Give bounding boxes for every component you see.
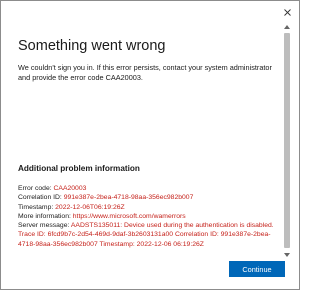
error-code-value: CAA20003 (53, 185, 87, 192)
triangle-up-icon (284, 25, 290, 29)
vertical-scrollbar[interactable] (283, 23, 291, 259)
server-message-label: Server message: (18, 222, 71, 230)
error-message: We couldn't sign you in. If this error p… (18, 63, 272, 82)
page-title: Something went wrong (18, 38, 166, 54)
server-message-row: Server message: AADSTS135011: Device use… (18, 221, 280, 249)
error-code-row: Error code: CAA20003 (18, 184, 280, 193)
close-icon (283, 8, 291, 16)
timestamp-value: 2022-12-06T06:19:26Z (55, 203, 125, 211)
correlation-id-value: 991e387e-2bea-4718-98aa-356ec982b007 (63, 194, 194, 202)
dialog-footer: Continue (1, 251, 299, 289)
timestamp-label: Timestamp: (18, 203, 56, 211)
scroll-thumb[interactable] (284, 33, 290, 248)
more-info-row: More information: https://www.microsoft.… (18, 212, 280, 221)
more-info-label: More information: (18, 212, 73, 220)
close-button[interactable] (279, 4, 295, 20)
error-code-label: Error code: (18, 185, 54, 192)
error-dialog: Something went wrong We couldn't sign yo… (0, 0, 300, 290)
timestamp-row: Timestamp: 2022-12-06T06:19:26Z (18, 203, 280, 212)
additional-info-heading: Additional problem information (18, 164, 140, 173)
dialog-content: Something went wrong We couldn't sign yo… (1, 23, 289, 249)
scroll-up-arrow[interactable] (283, 23, 291, 31)
continue-button[interactable]: Continue (229, 261, 285, 277)
correlation-id-label: Correlation ID: (18, 194, 64, 202)
more-info-link[interactable]: https://www.microsoft.com/wamerrors (73, 213, 186, 220)
title-bar (1, 1, 299, 23)
error-details: Error code: CAA20003 Correlation ID: 991… (18, 184, 280, 249)
correlation-id-row: Correlation ID: 991e387e-2bea-4718-98aa-… (18, 193, 280, 202)
